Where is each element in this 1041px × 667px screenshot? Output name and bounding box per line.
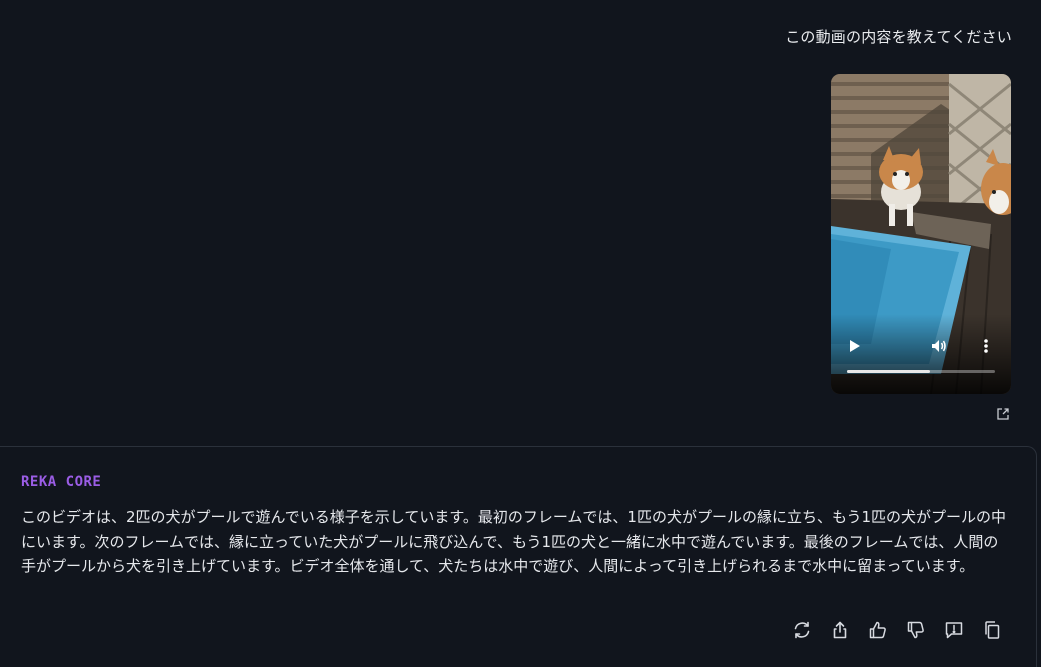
user-message: この動画の内容を教えてください [785,28,1012,46]
feedback-icon[interactable] [943,619,965,641]
response-text: このビデオは、2匹の犬がプールで遊んでいる様子を示しています。最初のフレームでは… [21,508,1007,575]
thumbs-down-icon[interactable] [905,619,927,641]
regenerate-icon[interactable] [791,619,813,641]
response-actions [791,619,1003,641]
model-name-label: REKA CORE [21,474,102,490]
thumbs-up-icon[interactable] [867,619,889,641]
play-icon[interactable] [848,338,862,354]
share-icon[interactable] [829,619,851,641]
volume-icon[interactable] [930,337,948,355]
more-vertical-icon[interactable] [981,337,991,355]
assistant-response-card: REKA CORE このビデオは、2匹の犬がプールで遊んでいる様子を示しています… [0,446,1037,667]
video-player[interactable] [831,74,1011,394]
copy-icon[interactable] [981,619,1003,641]
open-external-icon[interactable] [996,406,1010,420]
video-progress-fill [847,370,930,373]
video-progress-bar[interactable] [847,370,995,373]
